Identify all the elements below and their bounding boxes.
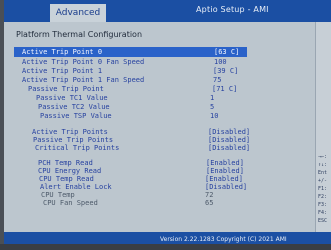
help-key-select-item: ↑↓: xyxy=(318,162,328,168)
setting-label: Active Trip Point 1 xyxy=(22,67,103,75)
readout-value: 65 xyxy=(205,199,214,207)
help-key-change: +/- xyxy=(318,178,328,184)
help-key-f4: F4: xyxy=(318,210,328,216)
setting-label: Passive TC1 Value xyxy=(36,94,108,102)
setting-label: Active Trip Point 1 Fan Speed xyxy=(22,76,145,84)
bios-title: Aptio Setup - AMI xyxy=(196,5,269,14)
setting-label: Passive TC2 Value xyxy=(38,103,110,111)
help-key-select-screen: →←: xyxy=(318,154,328,160)
version-text: Version 2.22.1283 Copyright (C) 2021 AMI xyxy=(160,236,287,243)
help-key-f1: F1: xyxy=(318,186,328,192)
setting-value[interactable]: 1 xyxy=(210,94,214,103)
setting-value[interactable]: 100 xyxy=(214,58,227,67)
setting-passive-tc1[interactable]: Passive TC1 Value 1 xyxy=(0,94,300,103)
setting-value[interactable]: 10 xyxy=(210,112,218,121)
setting-label: Passive Trip Point xyxy=(28,85,104,93)
help-key-f2: F2: xyxy=(318,194,328,200)
setting-passive-tsp[interactable]: Passive TSP Value 10 xyxy=(0,112,300,121)
setting-value[interactable]: 5 xyxy=(210,103,214,112)
setting-label: Passive TSP Value xyxy=(40,112,112,120)
readout-cpu-fan-speed: CPU Fan Speed 65 xyxy=(0,199,300,208)
setting-label: Active Trip Point 0 Fan Speed xyxy=(22,58,145,66)
setting-label: Critical Trip Points xyxy=(35,144,120,152)
setting-active-trip-point-0[interactable]: Active Trip Point 0 [63 C] xyxy=(0,48,300,57)
top-banner: Advanced Aptio Setup - AMI xyxy=(0,0,331,22)
help-key-f3: F3: xyxy=(318,202,328,208)
help-key-esc: ESC xyxy=(318,218,328,224)
setting-value[interactable]: [39 C] xyxy=(213,67,238,76)
setting-critical-trip-points[interactable]: Critical Trip Points [Disabled] xyxy=(0,144,300,153)
bios-screen: Advanced Aptio Setup - AMI Platform Ther… xyxy=(0,0,331,250)
monitor-bezel-left xyxy=(0,0,4,250)
tab-advanced[interactable]: Advanced xyxy=(50,4,106,22)
setting-value[interactable]: [63 C] xyxy=(214,48,239,57)
page-title: Platform Thermal Configuration xyxy=(16,30,143,39)
setting-passive-trip-point[interactable]: Passive Trip Point [71 C] xyxy=(0,85,300,94)
setting-value[interactable]: [71 C] xyxy=(212,85,237,94)
setting-value[interactable]: 75 xyxy=(213,76,221,85)
setting-passive-tc2[interactable]: Passive TC2 Value 5 xyxy=(0,103,300,112)
help-key-enter: Ent xyxy=(318,170,328,176)
setting-active-trip-point-1[interactable]: Active Trip Point 1 [39 C] xyxy=(0,67,300,76)
setting-label: Active Trip Point 0 xyxy=(22,48,103,56)
setting-active-trip-point-1-fan-speed[interactable]: Active Trip Point 1 Fan Speed 75 xyxy=(0,76,300,85)
help-panel: →←: ↑↓: Ent +/- F1: F2: F3: F4: ESC xyxy=(315,22,331,232)
readout-label: CPU Fan Speed xyxy=(43,199,98,207)
monitor-bezel-bottom xyxy=(0,244,331,250)
setting-active-trip-point-0-fan-speed[interactable]: Active Trip Point 0 Fan Speed 100 xyxy=(0,58,300,67)
setting-value[interactable]: [Disabled] xyxy=(208,144,250,153)
